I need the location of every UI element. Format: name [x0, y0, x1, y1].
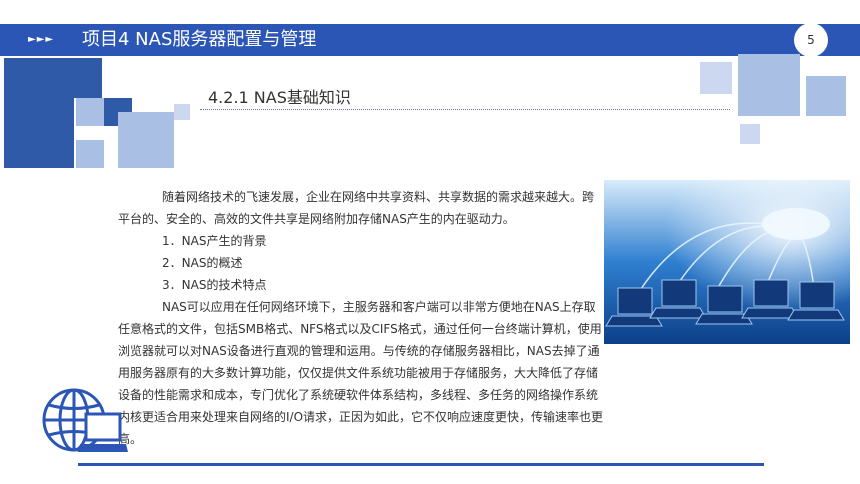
deco-square — [174, 104, 190, 120]
list-item: 3．NAS的技术特点 — [162, 278, 267, 292]
bottom-divider — [78, 463, 764, 466]
deco-square — [806, 76, 846, 116]
deco-square — [4, 58, 102, 98]
globe-laptop-icon — [42, 388, 128, 452]
deco-square — [738, 54, 800, 116]
list-item: 2．NAS的概述 — [162, 256, 243, 270]
deco-square — [76, 140, 104, 168]
list-item: 1．NAS产生的背景 — [162, 234, 267, 248]
intro-paragraph: 随着网络技术的飞速发展，企业在网络中共享资料、共享数据的需求越来越大。跨平台的、… — [118, 190, 595, 226]
page-number: 5 — [794, 23, 828, 57]
deco-square — [4, 98, 74, 168]
deco-square — [740, 124, 760, 144]
section-subtitle: 4.2.1 NAS基础知识 — [208, 88, 351, 107]
dotted-divider — [200, 109, 730, 110]
detail-paragraph: NAS可以应用在任何网络环境下，主服务器和客户端可以非常方便地在NAS上存取任意… — [118, 300, 604, 446]
page-title: 项目4 NAS服务器配置与管理 — [82, 29, 317, 50]
body-text: 随着网络技术的飞速发展，企业在网络中共享资料、共享数据的需求越来越大。跨平台的、… — [118, 186, 604, 450]
deco-square — [76, 98, 104, 126]
arrow-bullets-icon: ►►► — [28, 34, 55, 45]
deco-square — [700, 62, 732, 94]
deco-square — [118, 112, 174, 168]
network-laptops-illustration — [604, 180, 850, 344]
header-bar: ►►► 项目4 NAS服务器配置与管理 — [0, 24, 860, 56]
